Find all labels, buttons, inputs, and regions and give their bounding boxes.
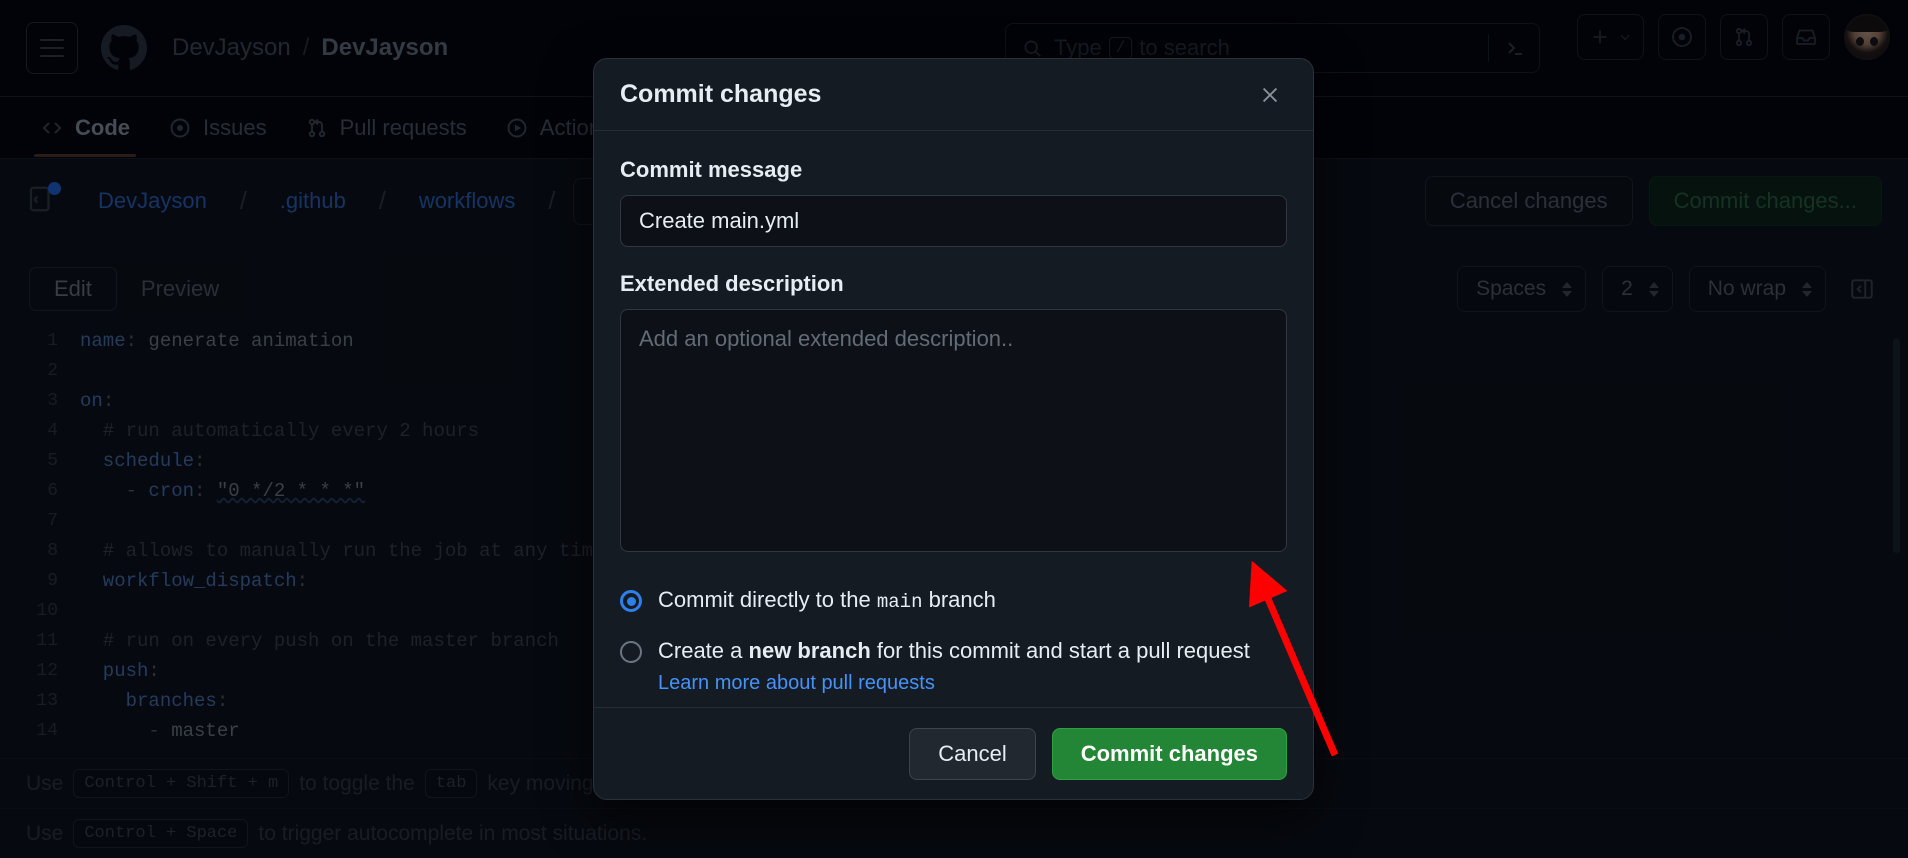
extended-description-textarea[interactable]: [620, 309, 1287, 552]
radio-new-branch-label: Create a new branch for this commit and …: [658, 636, 1250, 698]
github-file-editor-page: DevJayson / DevJayson Type / to search: [0, 0, 1908, 858]
close-icon[interactable]: [1253, 78, 1287, 112]
dialog-footer: Cancel Commit changes: [594, 707, 1313, 799]
commit-message-label: Commit message: [620, 157, 803, 182]
dialog-header: Commit changes: [594, 59, 1313, 131]
radio-direct-post: branch: [928, 587, 996, 612]
radio-direct-branch-name: main: [876, 591, 923, 613]
commit-changes-dialog: Commit changes Commit message Extended d…: [593, 58, 1314, 800]
branch-option-group: Commit directly to the main branch Creat…: [620, 585, 1287, 697]
radio-branch-post: for this commit and start a pull request: [876, 637, 1250, 663]
extended-description-label: Extended description: [620, 271, 844, 296]
radio-new-branch-control[interactable]: [620, 640, 642, 663]
radio-branch-bold: new branch: [748, 637, 871, 663]
radio-commit-directly-control[interactable]: [620, 590, 642, 612]
radio-new-branch[interactable]: Create a new branch for this commit and …: [620, 636, 1287, 698]
dialog-body: Commit message Extended description Comm…: [594, 131, 1313, 707]
radio-commit-directly[interactable]: Commit directly to the main branch: [620, 585, 1287, 616]
commit-changes-button[interactable]: Commit changes: [1051, 727, 1287, 780]
radio-commit-directly-label: Commit directly to the main branch: [658, 585, 996, 616]
radio-branch-pre: Create a: [658, 637, 743, 663]
radio-direct-pre: Commit directly to the: [658, 587, 871, 612]
learn-more-link[interactable]: Learn more about pull requests: [658, 670, 1250, 697]
cancel-button[interactable]: Cancel: [909, 727, 1036, 780]
dialog-title: Commit changes: [620, 80, 822, 108]
commit-message-input[interactable]: [620, 195, 1287, 247]
